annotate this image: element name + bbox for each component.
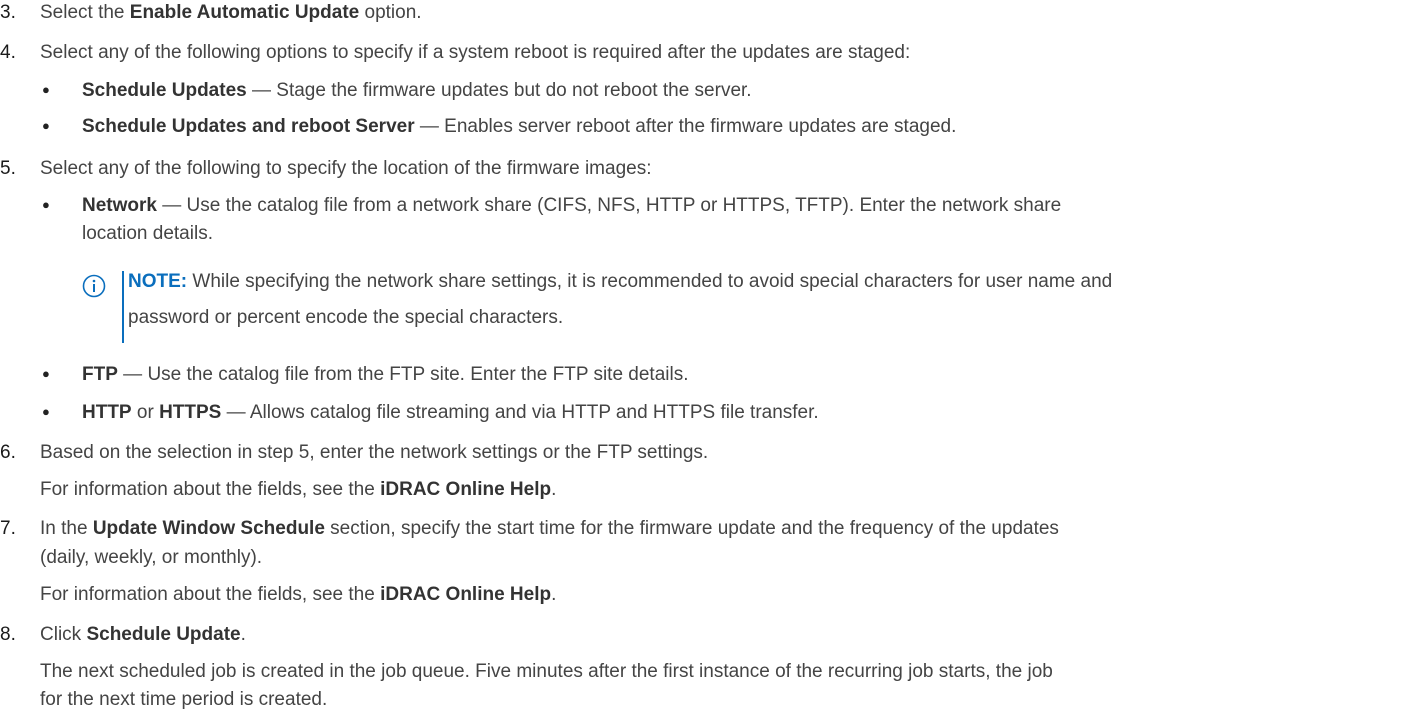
step-text: In the <box>40 518 93 540</box>
ui-term: HTTPS <box>159 401 222 423</box>
ui-term: Schedule Updates and reboot Server <box>82 115 415 137</box>
help-link-text: iDRAC Online Help <box>380 479 552 501</box>
step-text: Based on the selection in step 5, enter … <box>40 442 709 464</box>
ui-term: Schedule Updates <box>82 79 247 101</box>
note-divider <box>122 271 124 344</box>
ui-term: FTP <box>82 364 118 386</box>
step-number: 3. <box>0 1 16 23</box>
help-link-text: iDRAC Online Help <box>380 583 552 605</box>
note-box: NOTE: While specifying the network share… <box>82 271 1382 345</box>
note-text-continuation: password or percent encode the special c… <box>128 307 564 329</box>
step-number: 7. <box>0 518 16 540</box>
bullet-icon: ● <box>42 403 50 419</box>
bullet-icon: ● <box>42 81 50 97</box>
ui-term: Enable Automatic Update <box>129 1 360 23</box>
ui-term: HTTP <box>82 401 132 423</box>
bullet-icon: ● <box>42 366 50 382</box>
bullet-icon: ● <box>42 117 50 133</box>
step-text: Select the <box>40 1 130 23</box>
step-text: Select any of the following options to s… <box>40 41 911 63</box>
ui-term: Schedule Update <box>86 623 241 645</box>
ui-term: Network <box>82 194 157 216</box>
step-number: 6. <box>0 442 16 464</box>
step-text: Select any of the following to specify t… <box>40 157 652 179</box>
step-number: 5. <box>0 157 16 179</box>
step-text: Click <box>40 623 87 645</box>
step-number: 8. <box>0 623 16 645</box>
bullet-icon: ● <box>42 196 50 212</box>
note-label: NOTE: <box>128 271 188 293</box>
ui-term: Update Window Schedule <box>92 518 325 540</box>
step-number: 4. <box>0 41 16 63</box>
info-icon <box>82 275 106 298</box>
note-text: While specifying the network share setti… <box>187 271 1113 293</box>
